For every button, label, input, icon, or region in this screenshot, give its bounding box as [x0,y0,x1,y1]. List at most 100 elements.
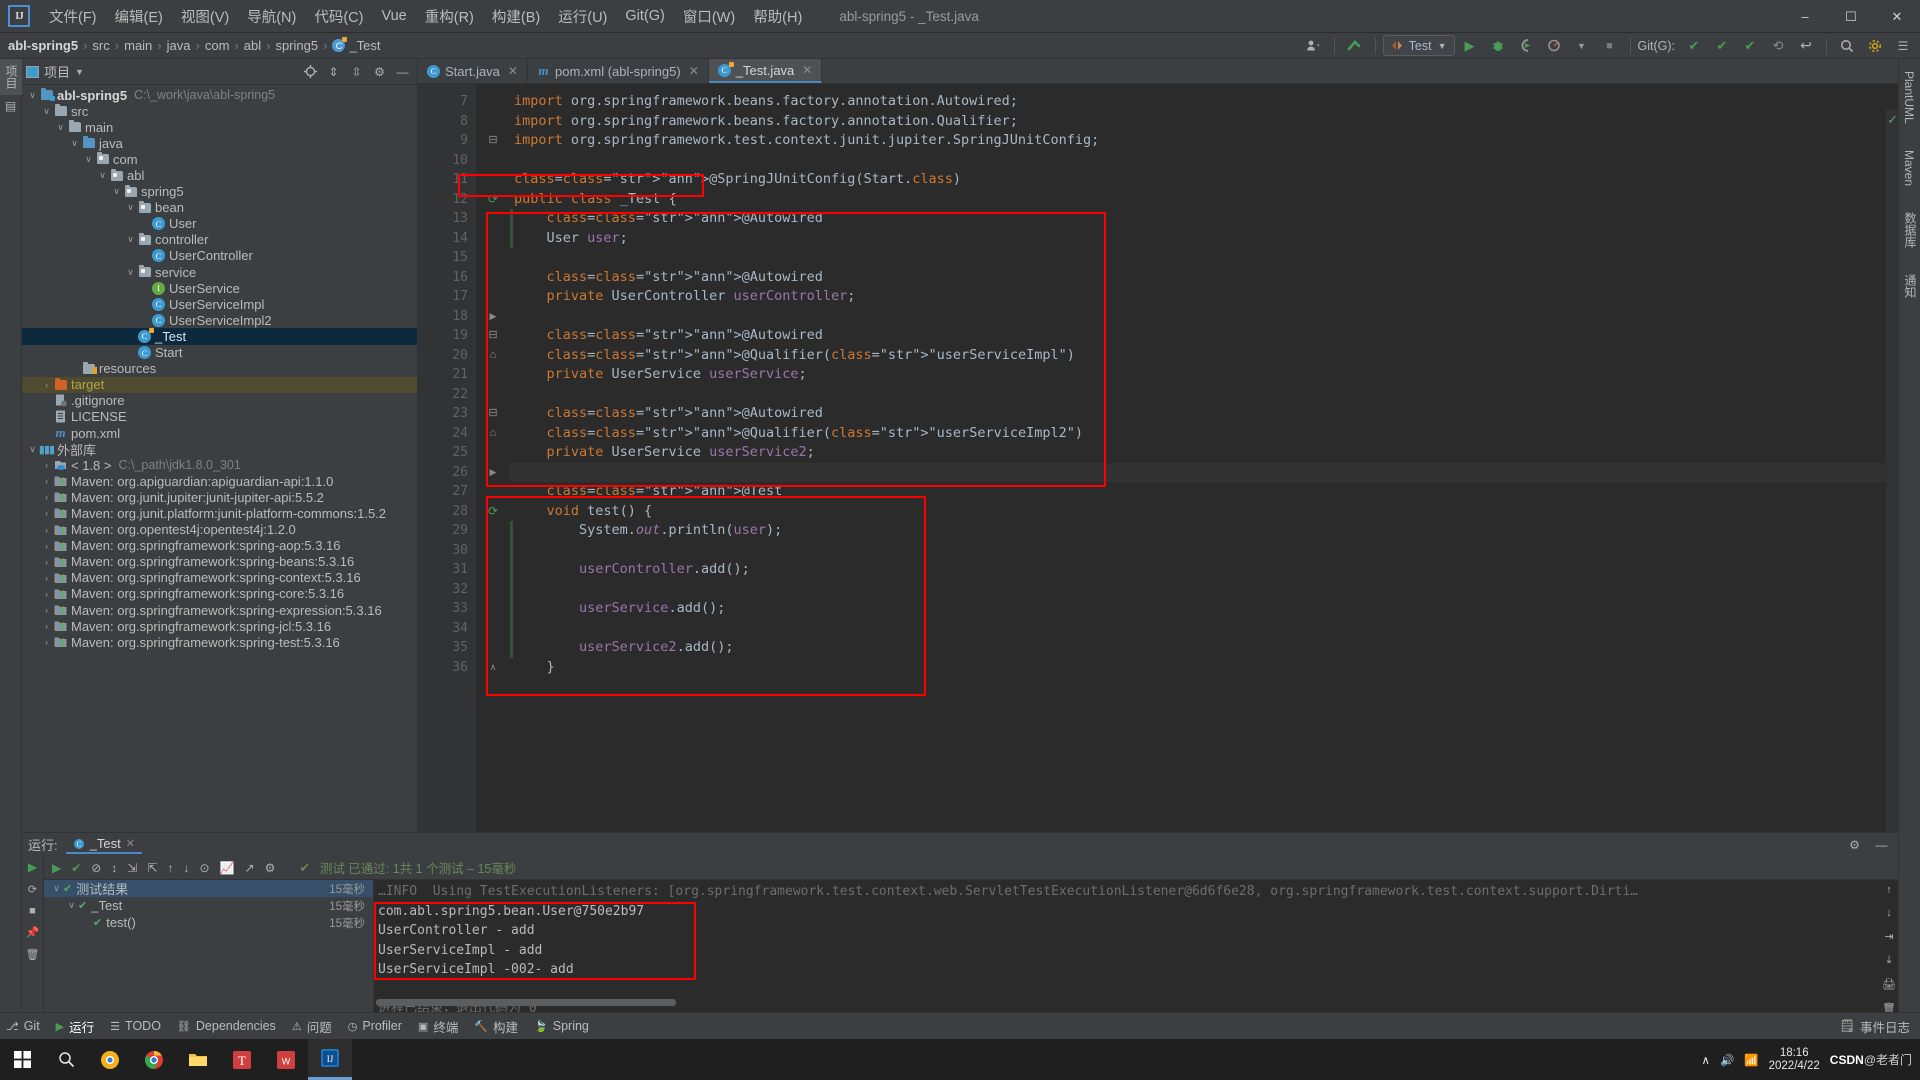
gutter-marker[interactable] [476,619,510,639]
file-explorer-icon[interactable] [176,1039,220,1080]
gutter-marker[interactable] [476,580,510,600]
bottom-tab-dependencies[interactable]: ⛓Dependencies [177,1019,276,1033]
stripe-item-structure[interactable]: ▤ [0,95,21,117]
breadcrumb-item-com[interactable]: com [205,38,230,53]
chevron-down-icon[interactable]: ∨ [124,234,137,245]
settings-icon[interactable]: ⚙ [1844,835,1865,855]
debug-button[interactable] [1485,35,1511,57]
chevron-right-icon[interactable]: › [40,541,53,551]
expand-all-icon[interactable]: ⇲ [127,861,137,875]
chrome-canary-icon[interactable] [88,1039,132,1080]
hide-icon[interactable]: — [392,62,413,82]
tree-node-maven-org-apiguardian-apiguardian-api-1-1-0[interactable]: ›Maven: org.apiguardian:apiguardian-api:… [22,473,417,489]
run-configuration-selector[interactable]: Test ▼ [1383,35,1455,56]
gutter-marker[interactable] [476,209,510,229]
breadcrumb-item-abl-spring5[interactable]: abl-spring5 [0,38,78,53]
editor-tab-pom-xml-abl-spring5-[interactable]: mpom.xml (abl-spring5)✕ [528,59,709,83]
test-tree-row-2[interactable]: ✔test()15毫秒 [44,914,373,931]
code-editor[interactable]: 7891011121314151617181920212223242526272… [418,84,1898,832]
menu-item-10[interactable]: 窗口(W) [674,3,744,30]
volume-icon[interactable]: 🔊 [1720,1053,1734,1067]
network-icon[interactable]: 📶 [1744,1053,1758,1067]
chevron-down-icon[interactable]: ∨ [54,122,67,133]
rerun-icon[interactable]: ▶ [28,860,37,874]
gutter-marker[interactable] [476,170,510,190]
gutter-marker[interactable] [476,443,510,463]
gutter-marker[interactable]: ▶ [476,463,510,483]
chevron-down-icon[interactable]: ∨ [40,106,53,117]
gutter-marker[interactable] [476,268,510,288]
chrome-icon[interactable] [132,1039,176,1080]
chevron-right-icon[interactable]: › [40,637,53,647]
stop-button[interactable]: ■ [1597,35,1623,57]
menu-item-1[interactable]: 编辑(E) [106,3,172,30]
gutter-marker[interactable] [476,229,510,249]
sort-icon[interactable]: ↕ [111,861,117,875]
chevron-down-icon[interactable]: ∨ [65,900,78,911]
clock[interactable]: 18:16 2022/4/22 [1769,1047,1820,1073]
gutter-marker[interactable] [476,112,510,132]
tree-node-bean[interactable]: ∨bean [22,200,417,216]
editor-tab-start-java[interactable]: CStart.java✕ [418,59,528,83]
search-icon[interactable] [1834,35,1860,57]
bottom-tab-spring[interactable]: 🍃Spring [534,1019,589,1033]
tree-node-userserviceimpl[interactable]: •CUserServiceImpl [22,296,417,312]
gutter-marker[interactable] [476,482,510,502]
stop-icon[interactable]: ■ [29,905,36,917]
typora-icon[interactable]: T [220,1039,264,1080]
error-stripe[interactable] [1886,109,1898,832]
chevron-right-icon[interactable]: › [40,589,53,599]
gutter-marker[interactable]: ⌂ [476,424,510,444]
menu-item-2[interactable]: 视图(V) [172,3,238,30]
bottom-tab-profiler[interactable]: ◷Profiler [348,1019,402,1033]
menu-item-11[interactable]: 帮助(H) [744,3,811,30]
settings-gear-icon[interactable] [1862,35,1888,57]
breadcrumb-item-src[interactable]: src [92,38,109,53]
stripe-item-project[interactable]: 项目 [0,59,23,95]
gutter-marker[interactable] [476,365,510,385]
menu-item-8[interactable]: 运行(U) [549,3,616,30]
tree-node-src[interactable]: ∨src [22,103,417,119]
profiler-button[interactable] [1541,35,1567,57]
event-log-button[interactable]: 🗒 事件日志 [1839,1017,1920,1036]
bottom-tab-build[interactable]: 🔨构建 [474,1017,518,1036]
right-stripe-item-0[interactable]: PlantUML [1899,65,1919,130]
chevron-right-icon[interactable]: › [40,508,53,518]
tree-node-maven-org-junit-jupiter-junit-jupiter-api-5-5-2[interactable]: ›Maven: org.junit.jupiter:junit-jupiter-… [22,489,417,505]
breadcrumb-item-spring5[interactable]: spring5 [275,38,318,53]
tree-node-maven-org-springframework-spring-test-5-3-16[interactable]: ›Maven: org.springframework:spring-test:… [22,634,417,650]
gutter-marker[interactable] [476,385,510,405]
tree-node-abl[interactable]: ∨abl [22,167,417,183]
chevron-right-icon[interactable]: › [40,605,53,615]
gutter-marker[interactable] [476,521,510,541]
tree-node-userserviceimpl2[interactable]: •CUserServiceImpl2 [22,312,417,328]
project-panel-title[interactable]: 项目 ▼ [26,62,84,81]
tree-node-userservice[interactable]: •IUserService [22,280,417,296]
print-icon[interactable]: 🖨 [1882,978,1896,991]
test-tree-row-1[interactable]: ∨✔_Test15毫秒 [44,897,373,914]
tray-expand-icon[interactable]: ∧ [1702,1053,1710,1067]
scroll-end-icon[interactable]: ⤓ [1887,954,1892,967]
breadcrumb-item-abl[interactable]: abl [244,38,261,53]
gutter-marker[interactable] [476,92,510,112]
chevron-right-icon[interactable]: › [40,525,53,535]
forbidden-icon[interactable]: ⊘ [91,861,101,875]
right-stripe-item-1[interactable]: Maven [1899,144,1919,192]
chevron-down-icon[interactable]: ∨ [110,186,123,197]
gutter-marker[interactable] [476,248,510,268]
chevron-down-icon[interactable]: ∨ [68,138,81,149]
tree-node-maven-org-opentest4j-opentest4j-1-2-0[interactable]: ›Maven: org.opentest4j:opentest4j:1.2.0 [22,522,417,538]
tree-node-maven-org-springframework-spring-expression-5-3-16[interactable]: ›Maven: org.springframework:spring-expre… [22,602,417,618]
tree-node-start[interactable]: •CStart [22,345,417,361]
menu-item-0[interactable]: 文件(F) [40,3,106,30]
chevron-down-icon[interactable]: ∨ [26,90,39,101]
breadcrumb-item-_Test[interactable]: C_Test [332,38,380,53]
gutter-marker[interactable]: ⟳ [476,190,510,210]
chevron-down-icon[interactable]: ∨ [82,154,95,165]
export-icon[interactable]: ↗ [245,861,255,875]
history-icon[interactable]: ⟲ [1765,35,1791,57]
push-icon[interactable]: ✔ [1737,35,1763,57]
fold-marker-gutter[interactable]: ⊟ ⟳ ▶⊟⌂ ⊟⌂ ▶ ⟳ ∧ [476,84,510,832]
tree-node-maven-org-springframework-spring-aop-5-3-16[interactable]: ›Maven: org.springframework:spring-aop:5… [22,538,417,554]
gutter-marker[interactable]: ∧ [476,658,510,678]
